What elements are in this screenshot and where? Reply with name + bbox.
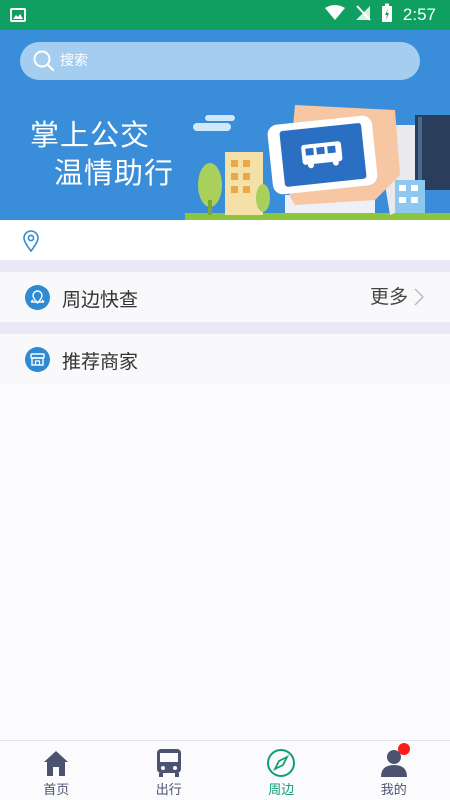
wifi-icon bbox=[324, 5, 345, 25]
divider bbox=[0, 322, 450, 334]
nav-home-label: 首页 bbox=[43, 783, 70, 798]
status-time: 2:57 bbox=[402, 5, 436, 24]
home-icon bbox=[40, 747, 72, 779]
store-icon bbox=[25, 347, 50, 372]
more-link[interactable]: 更多 bbox=[370, 282, 408, 309]
chevron-right-icon bbox=[414, 288, 425, 310]
slogan-line-1: 掌上公交 bbox=[30, 118, 151, 152]
location-row[interactable] bbox=[0, 220, 450, 260]
location-pin-icon bbox=[22, 230, 40, 256]
banner[interactable]: 掌上公交 温情助行 bbox=[0, 30, 450, 220]
nearby-icon bbox=[25, 285, 50, 310]
no-signal-icon bbox=[355, 5, 371, 25]
nav-travel-label: 出行 bbox=[155, 783, 182, 798]
battery-icon bbox=[381, 3, 393, 27]
divider bbox=[0, 260, 450, 272]
search-bar[interactable] bbox=[20, 42, 420, 80]
nav-travel[interactable]: 出行 bbox=[113, 741, 226, 800]
slogan-line-2: 温情助行 bbox=[54, 156, 175, 190]
recommended-merchants-row[interactable]: 推荐商家 bbox=[0, 334, 450, 384]
compass-icon bbox=[265, 747, 297, 779]
nearby-quick-search-row[interactable]: 周边快查 更多 bbox=[0, 272, 450, 322]
search-input[interactable] bbox=[60, 48, 400, 74]
image-notification-icon bbox=[10, 8, 26, 22]
search-icon bbox=[32, 49, 56, 77]
nearby-label: 周边快查 bbox=[62, 289, 139, 311]
notification-badge bbox=[397, 743, 410, 755]
nav-mine[interactable]: 我的 bbox=[338, 741, 450, 800]
banner-illustration bbox=[185, 105, 450, 220]
nav-mine-label: 我的 bbox=[380, 783, 407, 798]
bottom-navigation: 首页 出行 周边 我的 bbox=[0, 740, 450, 800]
nav-home[interactable]: 首页 bbox=[0, 741, 113, 800]
bus-icon bbox=[153, 747, 185, 779]
nav-nearby[interactable]: 周边 bbox=[225, 741, 338, 800]
merchants-label: 推荐商家 bbox=[62, 351, 139, 373]
nav-nearby-label: 周边 bbox=[268, 783, 295, 798]
status-bar: 2:57 bbox=[0, 0, 450, 30]
